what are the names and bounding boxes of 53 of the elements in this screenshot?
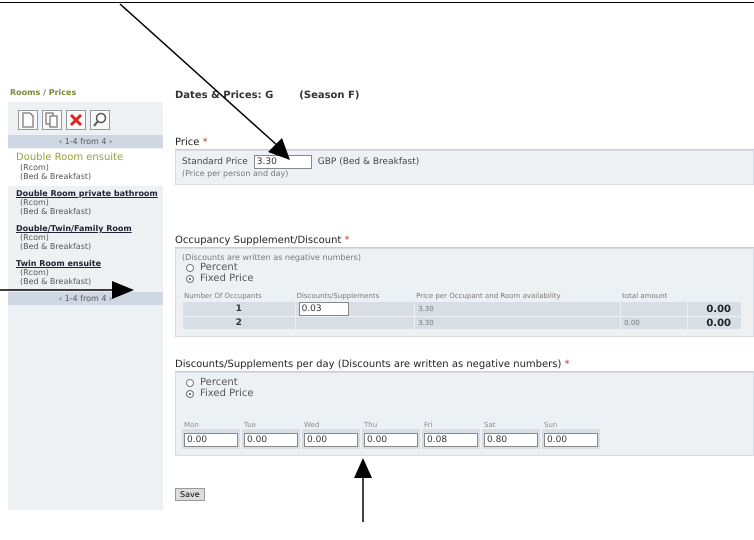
room-code: (Rcom) [19, 198, 50, 207]
radio-icon[interactable] [186, 264, 194, 272]
room-board: (Bed & Breakfast) [19, 172, 92, 181]
price-field[interactable]: 3.30 [254, 155, 312, 169]
new-document-icon[interactable] [18, 110, 38, 130]
page-title: Dates & Prices: G [175, 90, 274, 101]
save-button[interactable]: Save [175, 488, 205, 501]
room-code: (Rcom) [19, 163, 50, 172]
radio-option[interactable]: Percent [186, 377, 747, 388]
required-mark: * [564, 359, 570, 370]
table-cell: 0.00 [688, 317, 741, 329]
breadcrumb-link[interactable]: Rooms / Prices [10, 88, 76, 97]
room-link[interactable]: Double/Twin/Family Room [16, 224, 155, 233]
section-title: Discounts/Supplements per day (Discounts are written as negative numbers) [175, 359, 562, 370]
radio-icon[interactable] [186, 390, 194, 398]
pager-link[interactable]: ‹ 1-4 from 4 › [8, 292, 163, 305]
room-code: (Rcom) [19, 233, 50, 242]
day-field[interactable]: 0.00 [544, 433, 598, 447]
room-link[interactable]: Double Room private bathroom [16, 189, 155, 198]
search-icon[interactable] [90, 110, 110, 130]
room-board: (Bed & Breakfast) [19, 277, 92, 286]
required-mark: * [344, 235, 350, 246]
required-mark: * [202, 137, 208, 148]
room-code: (Rcom) [19, 268, 50, 277]
radio-icon[interactable] [186, 274, 194, 282]
day-field[interactable]: 0.00 [304, 433, 358, 447]
radio-option[interactable]: Fixed Price [186, 273, 747, 284]
hint-text: (Price per person and day) [182, 169, 290, 178]
annotation-arrow [353, 458, 373, 522]
copy-icon[interactable] [42, 110, 62, 130]
table-cell: 0.00 [688, 302, 741, 316]
day-field[interactable]: 0.80 [484, 433, 538, 447]
day-field[interactable]: 0.08 [424, 433, 478, 447]
day-field[interactable]: 0.00 [244, 433, 298, 447]
discount-field[interactable]: 0.03 [298, 302, 349, 316]
section-title: Occupancy Supplement/Discount [175, 235, 342, 246]
field-label: Standard Price [182, 157, 248, 167]
radio-icon[interactable] [186, 378, 194, 386]
unit-label: GBP (Bed & Breakfast) [318, 157, 420, 167]
room-board: (Bed & Breakfast) [19, 242, 92, 251]
table-cell: 2 [183, 317, 295, 329]
hint-text: (Discounts are written as negative numbers) [182, 253, 362, 262]
room-link[interactable]: Twin Room ensuite [16, 259, 155, 268]
season-label: (Season F) [299, 90, 360, 101]
room-board: (Bed & Breakfast) [19, 207, 92, 216]
section-title: Price [175, 137, 200, 148]
pager-link[interactable]: ‹ 1-4 from 4 › [8, 135, 163, 148]
radio-option[interactable]: Fixed Price [186, 388, 747, 399]
day-field[interactable]: 0.00 [364, 433, 418, 447]
radio-option[interactable]: Percent [186, 262, 747, 273]
day-field[interactable]: 0.00 [184, 433, 238, 447]
delete-icon[interactable] [66, 110, 86, 130]
table-cell: 1 [183, 302, 295, 316]
